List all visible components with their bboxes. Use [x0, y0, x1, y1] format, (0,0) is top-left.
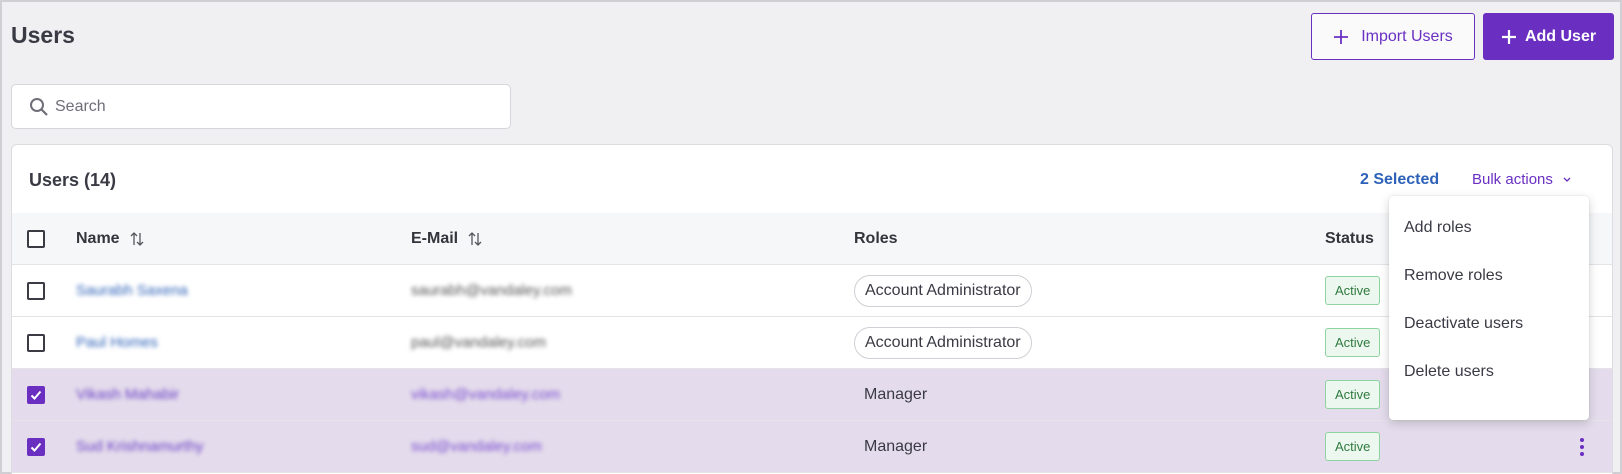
roles-column-header: Roles — [854, 213, 898, 264]
table-row[interactable]: Sud Krishnamurthy sud@vandaley.com Manag… — [12, 421, 1612, 473]
select-all-cell — [27, 213, 45, 264]
sort-arrows-icon[interactable] — [129, 231, 145, 247]
add-user-label: Add User — [1524, 27, 1597, 45]
row-checkbox[interactable] — [27, 333, 45, 352]
email-header-label: E-Mail — [411, 229, 459, 247]
name-column-header[interactable]: Name — [76, 213, 145, 264]
selected-count: 2 Selected — [1360, 171, 1440, 188]
bulk-actions-label: Bulk actions — [1472, 171, 1553, 188]
check-icon — [30, 442, 42, 452]
add-user-button[interactable]: Add User — [1483, 13, 1614, 60]
chevron-down-icon — [1563, 177, 1571, 182]
table-row[interactable]: Paul Homes paul@vandaley.com Account Adm… — [12, 317, 1612, 369]
user-name-link[interactable]: Saurabh Saxena — [76, 282, 188, 299]
users-table-card: Users (14) 2 Selected Bulk actions Name … — [11, 144, 1613, 474]
user-email: saurabh@vandaley.com — [411, 282, 572, 299]
search-icon — [30, 97, 48, 116]
search-input[interactable] — [55, 97, 475, 116]
role-chip: Account Administrator — [854, 326, 1032, 359]
search-field[interactable] — [11, 84, 511, 129]
user-name-link[interactable]: Vikash Mahabir — [76, 386, 179, 403]
sort-arrows-icon[interactable] — [467, 231, 483, 247]
bulk-actions-dropdown[interactable]: Bulk actions — [1472, 171, 1571, 188]
menu-item-add-roles[interactable]: Add roles — [1389, 204, 1589, 252]
check-icon — [30, 390, 42, 400]
status-column-header: Status — [1325, 213, 1374, 264]
table-row[interactable]: Vikash Mahabir vikash@vandaley.com Manag… — [12, 369, 1612, 421]
table-row[interactable]: Saurabh Saxena saurabh@vandaley.com Acco… — [12, 265, 1612, 317]
row-checkbox[interactable] — [27, 385, 45, 404]
menu-item-remove-roles[interactable]: Remove roles — [1389, 252, 1589, 300]
name-header-label: Name — [76, 229, 120, 247]
status-header-label: Status — [1325, 229, 1374, 247]
roles-header-label: Roles — [854, 229, 898, 247]
row-checkbox[interactable] — [27, 437, 45, 456]
status-badge: Active — [1325, 380, 1381, 409]
user-name-link[interactable]: Sud Krishnamurthy — [76, 438, 204, 455]
menu-item-delete-users[interactable]: Delete users — [1389, 348, 1589, 396]
import-users-label: Import Users — [1361, 27, 1453, 45]
email-column-header[interactable]: E-Mail — [411, 213, 483, 264]
status-badge: Active — [1325, 328, 1381, 357]
users-count-title: Users (14) — [29, 170, 117, 190]
bulk-actions-menu: Add roles Remove roles Deactivate users … — [1389, 196, 1589, 420]
import-users-button[interactable]: Import Users — [1311, 13, 1475, 60]
role-label: Manager — [864, 437, 928, 455]
select-all-checkbox[interactable] — [27, 229, 45, 248]
status-badge: Active — [1325, 432, 1381, 461]
user-name-link[interactable]: Paul Homes — [76, 334, 158, 351]
role-label: Manager — [864, 385, 928, 403]
role-chip: Account Administrator — [854, 274, 1032, 307]
user-email: sud@vandaley.com — [411, 438, 542, 455]
plus-icon — [1334, 29, 1349, 44]
kebab-menu-icon[interactable] — [1579, 437, 1585, 457]
row-checkbox[interactable] — [27, 281, 45, 300]
menu-item-deactivate-users[interactable]: Deactivate users — [1389, 300, 1589, 348]
status-badge: Active — [1325, 276, 1381, 305]
table-header: Name E-Mail Roles Status — [12, 213, 1612, 265]
user-email: paul@vandaley.com — [411, 334, 547, 351]
plus-icon — [1501, 29, 1516, 44]
page-title: Users — [11, 22, 75, 48]
user-email: vikash@vandaley.com — [411, 386, 561, 403]
